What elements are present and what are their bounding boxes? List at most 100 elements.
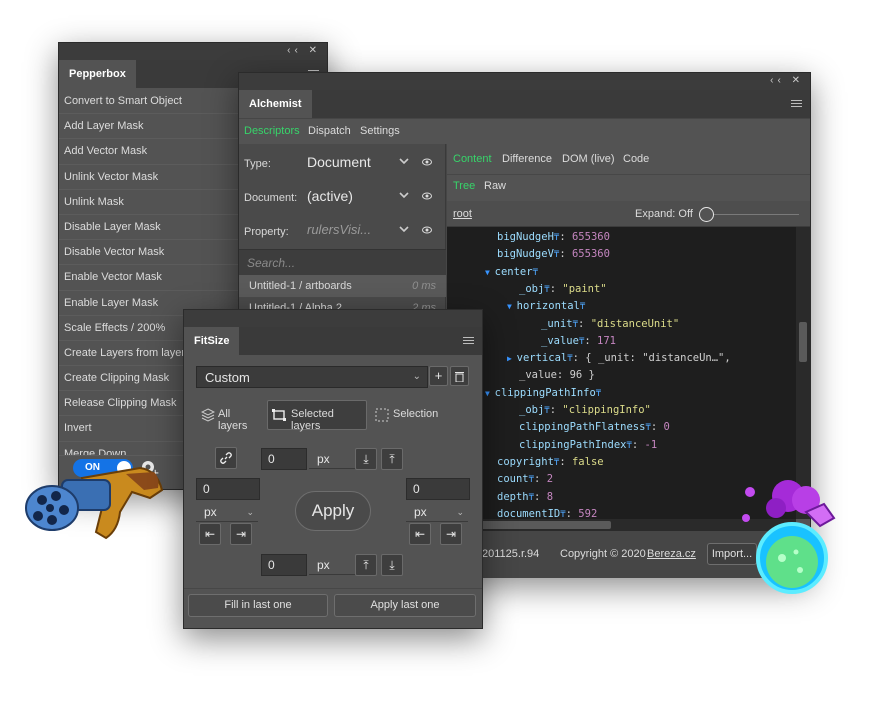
version-text: 201125.r.94 xyxy=(482,548,540,560)
tree-row[interactable]: bigNudgeV₸: 655360 xyxy=(497,248,610,265)
chevron-down-icon: ⌄ xyxy=(412,371,421,382)
expand-slider-track[interactable] xyxy=(709,214,799,215)
left-align-right-button[interactable]: ⇥ xyxy=(230,523,252,545)
tab-descriptors[interactable]: Descriptors xyxy=(244,125,300,137)
tree-value: "distanceUnit" xyxy=(590,317,680,330)
unit-label: px xyxy=(204,505,217,519)
tree-row[interactable]: _value: 96 } xyxy=(519,369,595,386)
history-item-time: 0 ms xyxy=(412,280,436,292)
panel-controls[interactable]: ‹‹ ✕ xyxy=(770,75,804,86)
apply-button[interactable]: Apply xyxy=(295,491,371,531)
tree-row[interactable]: ▼ center₸ xyxy=(485,266,538,283)
expand-triangle-icon[interactable]: ▼ xyxy=(485,268,495,277)
expand-slider-knob[interactable] xyxy=(699,207,714,222)
author-link[interactable]: Bereza.cz xyxy=(647,548,696,560)
tree-row[interactable]: ▼ clippingPathInfo₸ xyxy=(485,387,601,404)
history-item[interactable]: Untitled-1 / artboards 0 ms xyxy=(239,275,446,297)
tree-row[interactable]: ▶ vertical₸: { _unit: "distanceUn…", xyxy=(507,352,731,369)
bottom-value-input[interactable]: 0 xyxy=(261,554,307,576)
panel-menu-icon[interactable] xyxy=(463,337,474,344)
tab-alchemist[interactable]: Alchemist xyxy=(239,90,312,118)
fill-in-last-one-button[interactable]: Fill in last one xyxy=(188,594,328,617)
tree-row[interactable]: _value₸: 171 xyxy=(541,335,616,352)
right-unit-select[interactable]: px ⌄ xyxy=(406,502,468,522)
tree-row[interactable]: depth₸: 8 xyxy=(497,491,553,508)
tab-dom-live[interactable]: DOM (live) xyxy=(562,153,615,165)
tree-row[interactable]: documentID₸: 592 xyxy=(497,508,597,519)
tree-row[interactable]: bigNudgeH₸: 655360 xyxy=(497,231,610,248)
document-select[interactable]: (active) xyxy=(307,188,353,204)
tab-content[interactable]: Content xyxy=(453,153,492,165)
top-value-input[interactable]: 0 xyxy=(261,448,307,470)
alchemist-flask-logo xyxy=(742,480,836,594)
tree-value: -1 xyxy=(644,438,658,451)
scrollbar-thumb[interactable] xyxy=(799,322,807,362)
panel-menu-icon[interactable] xyxy=(791,100,802,107)
tab-fitsize[interactable]: FitSize xyxy=(184,327,240,355)
mode-selected-layers[interactable]: Selected layers xyxy=(267,400,367,432)
expand-label: Expand: Off xyxy=(635,208,693,220)
left-align-left-button[interactable]: ⇤ xyxy=(199,523,221,545)
pin-icon[interactable]: ₸ xyxy=(596,389,601,399)
left-unit-select[interactable]: px ⌄ xyxy=(196,502,258,522)
tree-row[interactable]: clippingPathIndex₸: -1 xyxy=(519,439,657,456)
bottom-align-down-button[interactable]: ⤓ xyxy=(381,554,403,576)
tab-raw[interactable]: Raw xyxy=(484,180,506,192)
expand-triangle-icon[interactable]: ▼ xyxy=(507,302,517,311)
link-button[interactable] xyxy=(215,447,237,469)
collapse-triangle-icon[interactable]: ▶ xyxy=(507,354,517,363)
chevron-down-icon[interactable] xyxy=(399,224,409,234)
top-align-up-button[interactable]: ⤒ xyxy=(381,448,403,470)
chevron-down-icon[interactable] xyxy=(399,190,409,200)
mode-all-layers[interactable]: All layers xyxy=(198,400,262,432)
chevron-down-icon: ⌄ xyxy=(246,507,254,517)
type-select[interactable]: Document xyxy=(307,154,371,170)
tree-value: 8 xyxy=(546,490,554,503)
search-input[interactable]: Search... xyxy=(239,249,446,275)
top-align-down-button[interactable]: ⤓ xyxy=(355,448,377,470)
tree-value: "paint" xyxy=(562,282,607,295)
root-breadcrumb[interactable]: root xyxy=(453,208,472,220)
search-placeholder: Search... xyxy=(247,256,296,270)
layers-icon xyxy=(201,408,215,422)
property-select[interactable]: rulersVisi... xyxy=(307,222,371,237)
tab-dispatch[interactable]: Dispatch xyxy=(308,125,351,137)
right-align-right-button[interactable]: ⇥ xyxy=(440,523,462,545)
eye-icon[interactable] xyxy=(422,226,432,234)
preset-dropdown[interactable]: Custom ⌄ xyxy=(196,366,428,388)
pin-icon[interactable]: ₸ xyxy=(533,268,538,278)
scrollbar-thumb[interactable] xyxy=(481,521,611,529)
tab-tree[interactable]: Tree xyxy=(453,180,475,192)
expand-triangle-icon[interactable]: ▼ xyxy=(485,389,495,398)
mode-selection[interactable]: Selection xyxy=(373,400,453,430)
add-preset-button[interactable]: + xyxy=(429,366,448,386)
tree-row[interactable]: _obj₸: "clippingInfo" xyxy=(519,404,651,421)
panel-controls[interactable]: ‹‹ ✕ xyxy=(287,45,321,56)
right-value-input[interactable]: 0 xyxy=(406,478,470,500)
tree-row[interactable]: _unit₸: "distanceUnit" xyxy=(541,318,679,335)
chevron-down-icon[interactable] xyxy=(399,156,409,166)
tab-code[interactable]: Code xyxy=(623,153,649,165)
tree-row[interactable]: ▼ horizontal₸ xyxy=(507,300,585,317)
right-align-left-button[interactable]: ⇤ xyxy=(409,523,431,545)
trash-icon xyxy=(455,372,464,383)
vertical-scrollbar[interactable] xyxy=(796,227,810,519)
tree-key: depth xyxy=(497,490,529,503)
delete-preset-button[interactable] xyxy=(450,366,469,386)
tab-pepperbox[interactable]: Pepperbox xyxy=(59,60,136,88)
apply-last-one-button[interactable]: Apply last one xyxy=(334,594,476,617)
left-value-input[interactable]: 0 xyxy=(196,478,260,500)
eye-icon[interactable] xyxy=(422,192,432,200)
tree-row[interactable]: count₸: 2 xyxy=(497,473,553,490)
tree-row[interactable]: _obj₸: "paint" xyxy=(519,283,607,300)
tab-settings[interactable]: Settings xyxy=(360,125,400,137)
eye-icon[interactable] xyxy=(422,158,432,166)
document-label: Document: xyxy=(244,192,298,204)
tree-row[interactable]: copyright₸: false xyxy=(497,456,604,473)
pin-icon[interactable]: ₸ xyxy=(580,302,585,312)
tab-difference[interactable]: Difference xyxy=(502,153,552,165)
tree-key: _obj xyxy=(519,404,545,416)
fitsize-panel: FitSize Custom ⌄ + All layers Selected l… xyxy=(183,309,483,629)
bottom-align-up-button[interactable]: ⤒ xyxy=(355,554,377,576)
tree-row[interactable]: clippingPathFlatness₸: 0 xyxy=(519,421,670,438)
